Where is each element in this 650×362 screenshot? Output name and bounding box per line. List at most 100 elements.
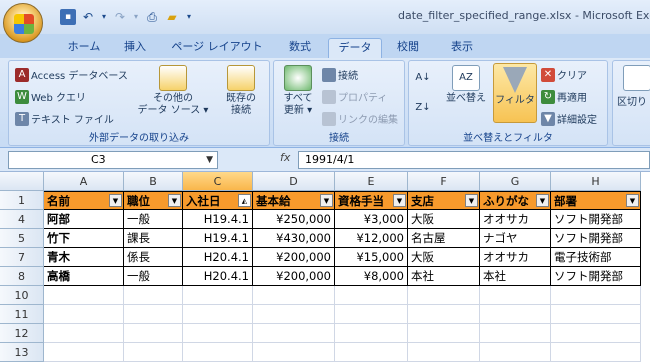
- empty-cell[interactable]: [44, 305, 124, 324]
- filter-dropdown-icon[interactable]: ▼: [393, 194, 406, 207]
- empty-cell[interactable]: [124, 305, 183, 324]
- advanced-filter-button[interactable]: ▼ 詳細設定: [541, 111, 597, 126]
- clear-filter-button[interactable]: ✕ クリア: [541, 67, 587, 82]
- empty-cell[interactable]: [44, 324, 124, 343]
- empty-cell[interactable]: [253, 343, 335, 362]
- row-header[interactable]: 11: [0, 305, 44, 324]
- data-cell-col-h[interactable]: ソフト開発部: [551, 267, 641, 286]
- column-header-e[interactable]: E: [335, 172, 408, 191]
- row-header[interactable]: 12: [0, 324, 44, 343]
- text-file-button[interactable]: T テキスト ファイル: [15, 111, 114, 126]
- select-all-button[interactable]: [0, 172, 44, 191]
- refresh-all-button[interactable]: すべて 更新 ▾: [278, 65, 318, 117]
- empty-cell[interactable]: [551, 305, 641, 324]
- undo-dropdown-icon[interactable]: ▾: [100, 9, 108, 25]
- sort-ascending-button[interactable]: A↓: [415, 71, 431, 85]
- empty-cell[interactable]: [551, 324, 641, 343]
- empty-cell[interactable]: [183, 305, 253, 324]
- empty-cell[interactable]: [551, 286, 641, 305]
- name-box-dropdown-icon[interactable]: ▼: [206, 152, 213, 168]
- connections-button[interactable]: 接続: [322, 67, 358, 82]
- data-cell-col-a[interactable]: 高橋: [44, 267, 124, 286]
- data-cell-col-c[interactable]: H19.4.1: [183, 210, 253, 229]
- row-header[interactable]: 13: [0, 343, 44, 362]
- column-header-d[interactable]: D: [253, 172, 335, 191]
- data-cell-col-e[interactable]: ¥8,000: [335, 267, 408, 286]
- data-cell-col-f[interactable]: 大阪: [408, 248, 480, 267]
- properties-button[interactable]: プロパティ: [322, 89, 387, 104]
- empty-cell[interactable]: [408, 343, 480, 362]
- column-header-a[interactable]: A: [44, 172, 124, 191]
- row-header[interactable]: 5: [0, 229, 44, 248]
- data-cell-col-a[interactable]: 阿部: [44, 210, 124, 229]
- formula-input[interactable]: 1991/4/1: [298, 151, 650, 169]
- row-header[interactable]: 4: [0, 210, 44, 229]
- empty-cell[interactable]: [44, 343, 124, 362]
- header-cell-col-g[interactable]: ふりがな ▼: [480, 191, 551, 210]
- column-header-g[interactable]: G: [480, 172, 551, 191]
- filter-dropdown-icon[interactable]: ▼: [168, 194, 181, 207]
- empty-cell[interactable]: [480, 286, 551, 305]
- empty-cell[interactable]: [408, 324, 480, 343]
- column-header-f[interactable]: F: [408, 172, 480, 191]
- empty-cell[interactable]: [480, 324, 551, 343]
- data-cell-col-b[interactable]: 係長: [124, 248, 183, 267]
- header-cell-col-d[interactable]: 基本給 ▼: [253, 191, 335, 210]
- data-cell-col-h[interactable]: ソフト開発部: [551, 229, 641, 248]
- data-cell-col-d[interactable]: ¥200,000: [253, 248, 335, 267]
- data-cell-col-c[interactable]: H20.4.1: [183, 248, 253, 267]
- empty-cell[interactable]: [124, 324, 183, 343]
- insert-function-icon[interactable]: fx: [280, 151, 290, 164]
- row-header[interactable]: 10: [0, 286, 44, 305]
- tab-insert[interactable]: 挿入: [115, 38, 155, 58]
- data-cell-col-d[interactable]: ¥430,000: [253, 229, 335, 248]
- data-cell-col-e[interactable]: ¥3,000: [335, 210, 408, 229]
- data-cell-col-d[interactable]: ¥200,000: [253, 267, 335, 286]
- data-cell-col-c[interactable]: H19.4.1: [183, 229, 253, 248]
- name-box[interactable]: C3 ▼: [8, 151, 218, 169]
- empty-cell[interactable]: [253, 286, 335, 305]
- reapply-button[interactable]: ↻ 再適用: [541, 89, 587, 104]
- data-cell-col-g[interactable]: 本社: [480, 267, 551, 286]
- save-icon[interactable]: ▪: [60, 9, 76, 25]
- web-query-button[interactable]: W Web クエリ: [15, 89, 86, 104]
- data-cell-col-f[interactable]: 名古屋: [408, 229, 480, 248]
- empty-cell[interactable]: [335, 324, 408, 343]
- filter-button[interactable]: フィルタ: [493, 63, 537, 123]
- column-header-h[interactable]: H: [551, 172, 641, 191]
- empty-cell[interactable]: [335, 305, 408, 324]
- access-button[interactable]: A Access データベース: [15, 67, 128, 82]
- empty-cell[interactable]: [183, 343, 253, 362]
- empty-cell[interactable]: [408, 305, 480, 324]
- data-cell-col-b[interactable]: 一般: [124, 267, 183, 286]
- office-button[interactable]: [3, 3, 43, 43]
- empty-cell[interactable]: [408, 286, 480, 305]
- empty-cell[interactable]: [551, 343, 641, 362]
- data-cell-col-g[interactable]: オオサカ: [480, 248, 551, 267]
- header-cell-col-f[interactable]: 支店 ▼: [408, 191, 480, 210]
- filter-dropdown-icon[interactable]: ▼: [109, 194, 122, 207]
- data-cell-col-c[interactable]: H20.4.1: [183, 267, 253, 286]
- data-cell-col-a[interactable]: 竹下: [44, 229, 124, 248]
- empty-cell[interactable]: [480, 343, 551, 362]
- redo-icon[interactable]: ↷: [112, 9, 128, 25]
- data-cell-col-h[interactable]: 電子技術部: [551, 248, 641, 267]
- row-header[interactable]: 8: [0, 267, 44, 286]
- text-to-columns-button[interactable]: 区切り: [617, 65, 650, 109]
- data-cell-col-d[interactable]: ¥250,000: [253, 210, 335, 229]
- column-header-c[interactable]: C: [183, 172, 253, 191]
- data-cell-col-a[interactable]: 青木: [44, 248, 124, 267]
- empty-cell[interactable]: [124, 343, 183, 362]
- print-preview-icon[interactable]: ⎙: [144, 9, 160, 25]
- empty-cell[interactable]: [183, 286, 253, 305]
- sort-button[interactable]: AZ 並べ替え: [441, 65, 491, 105]
- redo-dropdown-icon[interactable]: ▾: [132, 9, 140, 25]
- data-cell-col-h[interactable]: ソフト開発部: [551, 210, 641, 229]
- data-cell-col-g[interactable]: ナゴヤ: [480, 229, 551, 248]
- sort-descending-button[interactable]: Z↓: [415, 101, 431, 115]
- existing-connections-button[interactable]: 既存の 接続: [217, 65, 265, 117]
- data-cell-col-g[interactable]: オオサカ: [480, 210, 551, 229]
- data-cell-col-e[interactable]: ¥15,000: [335, 248, 408, 267]
- data-cell-col-b[interactable]: 課長: [124, 229, 183, 248]
- customize-qat-icon[interactable]: ▾: [184, 9, 194, 25]
